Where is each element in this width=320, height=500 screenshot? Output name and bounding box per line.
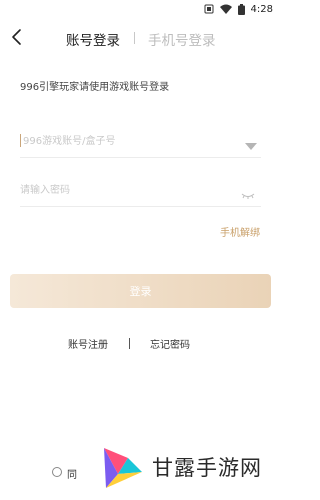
text-cursor <box>20 134 21 147</box>
watermark-text: 甘露手游网 <box>152 456 262 480</box>
watermark: 甘露手游网 <box>98 440 278 496</box>
notification-icon <box>204 4 214 14</box>
login-hint: 996引擎玩家请使用游戏账号登录 <box>20 82 170 93</box>
password-input[interactable] <box>20 178 220 202</box>
phone-unbind-link[interactable]: 手机解绑 <box>220 224 260 239</box>
links-divider <box>129 338 130 349</box>
tab-phone-login[interactable]: 手机号登录 <box>148 29 216 49</box>
status-time: 4:28 <box>250 3 273 15</box>
login-screen: 4:28 账号登录 手机号登录 996引擎玩家请使用游戏账号登录 996游戏账号… <box>0 0 281 500</box>
register-link[interactable]: 账号注册 <box>68 336 108 351</box>
back-icon[interactable] <box>10 28 26 46</box>
status-bar: 4:28 <box>0 0 281 18</box>
agreement-text: 同 <box>67 470 77 481</box>
tab-divider <box>134 32 135 44</box>
tab-account-login[interactable]: 账号登录 <box>66 29 120 49</box>
watermark-logo-icon <box>98 444 146 492</box>
agreement-radio[interactable] <box>52 467 62 477</box>
login-button[interactable]: 登录 <box>10 274 271 308</box>
account-links: 账号注册 忘记密码 <box>0 336 281 352</box>
wifi-icon <box>219 4 232 14</box>
battery-icon <box>237 3 245 15</box>
forgot-password-link[interactable]: 忘记密码 <box>150 336 190 351</box>
eye-closed-icon[interactable] <box>241 185 255 199</box>
account-field-row <box>20 129 261 158</box>
triangle-down-icon[interactable] <box>245 136 257 150</box>
header: 账号登录 手机号登录 <box>0 22 281 54</box>
account-input[interactable] <box>23 129 223 153</box>
password-field-row <box>20 178 261 207</box>
